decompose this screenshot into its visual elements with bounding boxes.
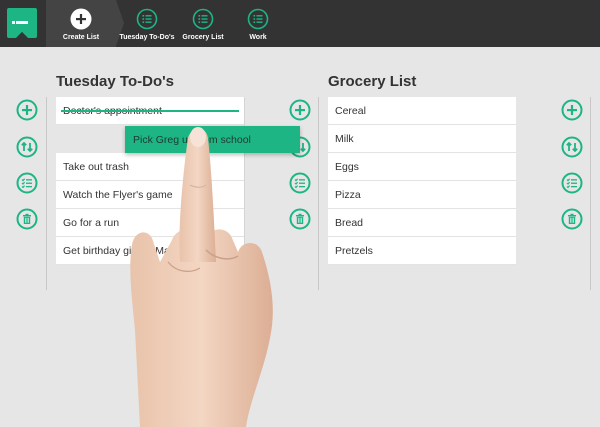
list-item[interactable]: Bread [328,209,516,237]
tab-work[interactable]: Work [235,0,281,47]
add-icon[interactable] [16,99,38,121]
list-item[interactable]: Take out trash [56,153,244,181]
tab-label: Tuesday To-Do's [119,34,175,41]
plus-circle-icon [70,8,92,30]
list-item[interactable]: Eggs [328,153,516,181]
checklist-icon[interactable] [289,172,311,194]
top-bar: Create List Tuesday To-Do's Grocery List… [0,0,600,47]
list-item[interactable]: Go for a run [56,209,244,237]
checklist-icon[interactable] [16,172,38,194]
column-divider [318,97,319,290]
dragged-list-item[interactable]: Pick Greg up from school [125,126,300,153]
list-item[interactable]: Milk [328,125,516,153]
create-list-tab[interactable]: Create List [46,0,124,47]
list-item[interactable]: Pretzels [328,237,516,265]
add-icon[interactable] [289,99,311,121]
sort-icon[interactable] [561,136,583,158]
column-divider [46,97,47,290]
create-list-label: Create List [62,34,100,41]
trash-icon[interactable] [561,208,583,230]
tab-label: Grocery List [182,34,224,41]
trash-icon[interactable] [289,208,311,230]
tab-tuesday-todos[interactable]: Tuesday To-Do's [117,0,177,47]
list-item[interactable]: Cereal [328,97,516,125]
tuesday-todo-list: Doctor's appointment Take out trash Watc… [56,97,244,265]
tab-label: Work [249,34,267,41]
list-title-tuesday: Tuesday To-Do's [56,73,175,90]
column-divider [590,97,591,290]
list-item[interactable]: Doctor's appointment [56,97,244,125]
checklist-icon[interactable] [561,172,583,194]
trash-icon[interactable] [16,208,38,230]
create-list-button[interactable]: Create List [46,0,116,47]
list-item[interactable]: Pizza [328,181,516,209]
list-icon [247,8,269,30]
list-item[interactable]: Watch the Flyer's game [56,181,244,209]
list-icon [136,8,158,30]
app-logo-icon [7,8,37,38]
list-icon [192,8,214,30]
list-item[interactable]: Get birthday gift for Ma [56,237,244,265]
list-title-grocery: Grocery List [328,73,417,90]
add-icon[interactable] [561,99,583,121]
sort-icon[interactable] [16,136,38,158]
grocery-list: Cereal Milk Eggs Pizza Bread Pretzels [328,97,516,265]
tab-grocery-list[interactable]: Grocery List [177,0,229,47]
